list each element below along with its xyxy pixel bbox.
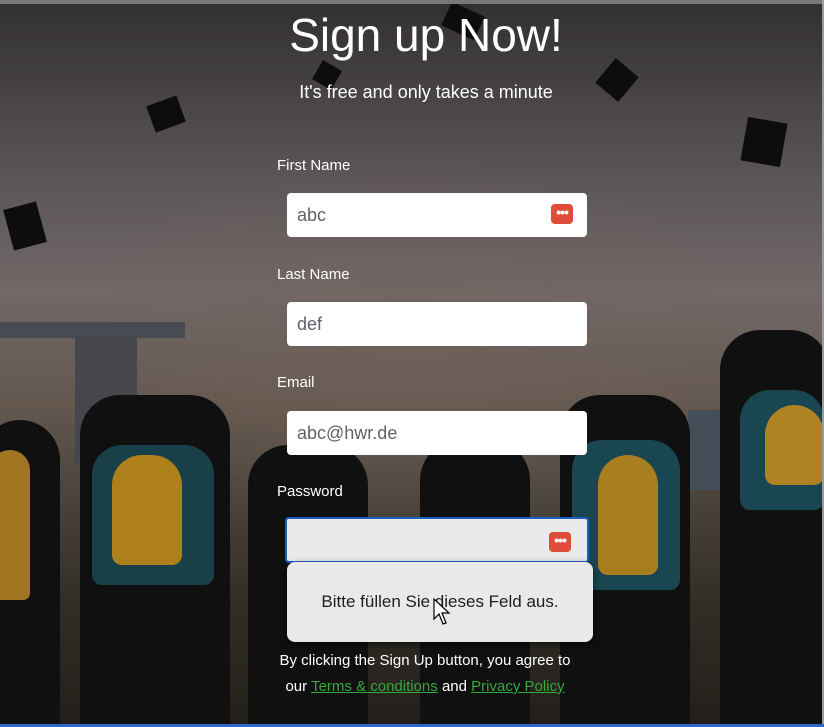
password-label: Password (277, 483, 343, 500)
privacy-policy-link[interactable]: Privacy Policy (471, 678, 564, 695)
page-title: Sign up Now! (289, 9, 563, 61)
last-name-value: def (297, 313, 323, 334)
first-name-label: First Name (277, 157, 351, 174)
email-value: abc@hwr.de (297, 422, 398, 443)
email-label: Email (277, 374, 315, 391)
terms-link[interactable]: Terms & conditions (311, 678, 438, 695)
first-name-value: abc (297, 204, 327, 225)
terms-conjunction: and (441, 678, 467, 695)
last-name-field[interactable]: def (287, 302, 587, 346)
email-field[interactable]: abc@hwr.de (287, 411, 587, 455)
window-top-border (0, 0, 824, 4)
first-name-field[interactable]: abc ••• (287, 193, 587, 237)
terms-notice: By clicking the Sign Up button, you agre… (270, 648, 580, 700)
password-manager-icon[interactable]: ••• (549, 532, 571, 552)
last-name-label: Last Name (277, 266, 350, 283)
password-field[interactable]: ••• (285, 517, 589, 563)
page-subtitle: It's free and only takes a minute (299, 82, 553, 102)
password-manager-icon[interactable]: ••• (551, 204, 573, 224)
